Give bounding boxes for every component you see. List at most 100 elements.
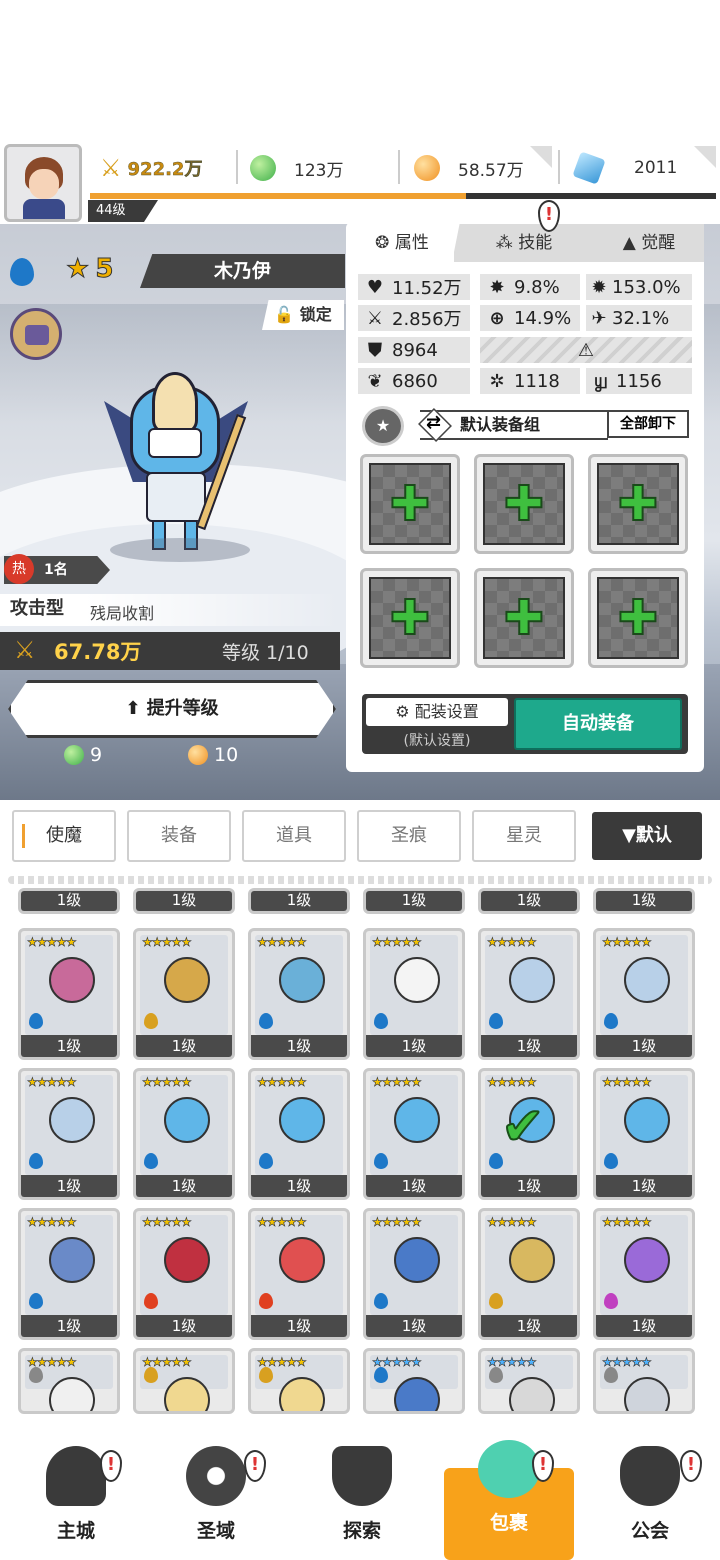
familiar-card[interactable]: ★★★★★ ✔ 1级 [478,1068,580,1200]
swirl-icon: ❦ [367,370,383,392]
equip-slot-ring[interactable]: ✚ [360,568,460,668]
equip-slot-boots[interactable]: ✚ [588,568,688,668]
nav-main-city[interactable]: 主城 [16,1430,136,1550]
add-crystal-button[interactable] [694,146,716,168]
familiar-card[interactable]: ★★★★★ [478,1348,580,1414]
familiar-card[interactable]: ★★★★★ [593,1348,695,1414]
green-gem-icon [250,155,276,181]
divider [8,876,712,884]
stat-speed: ✈ 32.1% [586,305,692,331]
lock-button[interactable]: 🔓 锁定 [262,300,344,330]
tab-familiars[interactable]: 使魔 [12,810,116,862]
familiar-card[interactable]: ★★★★★ 1级 [18,928,120,1060]
familiar-card[interactable]: ★★★★★ [18,1348,120,1414]
familiar-card[interactable]: ★★★★★ 1级 [133,1208,235,1340]
gold-coin-resource[interactable]: 58.57万 [414,148,544,188]
nav-guild[interactable]: 公会 [590,1430,710,1550]
sort-default-button[interactable]: ▼默认 [592,812,702,860]
element-icon [604,1293,618,1309]
familiar-card[interactable]: 1级 [478,888,580,914]
xp-bar [90,193,716,199]
familiar-head [49,1237,95,1283]
player-level-badge: 44级 [88,200,158,222]
rarity-stars: ★★★★★ [142,1075,192,1090]
familiar-card[interactable]: 1级 [363,888,465,914]
familiar-card[interactable]: ★★★★★ 1级 [18,1208,120,1340]
familiar-card[interactable]: ★★★★★ [363,1348,465,1414]
familiar-card[interactable]: ★★★★★ 1级 [248,1068,350,1200]
familiar-card[interactable]: ★★★★★ 1级 [363,928,465,1060]
element-icon [604,1013,618,1029]
nav-explore[interactable]: 探索 [302,1430,422,1550]
divider [398,150,400,184]
familiar-card[interactable]: ★★★★★ 1级 [478,1208,580,1340]
target-icon: ⊕ [489,307,505,329]
element-icon [489,1293,503,1309]
tab-attributes[interactable]: ❂ 属性 [350,224,454,262]
familiar-head [624,957,670,1003]
element-icon [489,1367,503,1383]
nav-sanctuary[interactable]: 圣域 [156,1430,276,1550]
tab-awaken[interactable]: ▲ 觉醒 [604,224,694,262]
equip-slot-necklace[interactable]: ✚ [474,568,574,668]
green-gem-resource[interactable]: 123万 [250,148,390,188]
familiar-card[interactable]: ★★★★★ 1级 [593,1208,695,1340]
hero-stars: ★ 5 [65,254,114,285]
tab-skills[interactable]: ⁂ 技能 [478,224,570,262]
guild-helmet-icon [620,1446,680,1506]
loadout-settings-button[interactable]: ⚙ 配装设置 [366,698,508,726]
tab-items[interactable]: 道具 [242,810,346,862]
tab-stigmata[interactable]: 圣痕 [357,810,461,862]
hero-subtype: 残局收割 [90,604,155,623]
awaken-icon: ▲ [622,233,636,253]
unlock-icon: 🔓 [274,305,295,324]
divider [558,150,560,184]
upgrade-level-button[interactable]: ⬆ 提升等级 [8,680,336,738]
familiar-card[interactable]: ★★★★★ 1级 [363,1068,465,1200]
nav-bag[interactable]: 包裹 [444,1440,574,1560]
familiar-head [624,1237,670,1283]
familiar-card[interactable]: 1级 [18,888,120,914]
combat-power: ⚔ 922.2万 [100,154,203,182]
player-avatar[interactable] [4,144,82,222]
familiar-head [279,1097,325,1143]
crystal-resource[interactable]: 2011 [572,148,696,188]
familiar-card[interactable]: ★★★★★ 1级 [363,1208,465,1340]
wing-icon: ✈ [591,307,607,329]
familiar-card[interactable]: ★★★★★ 1级 [18,1068,120,1200]
familiar-card[interactable]: ★★★★★ 1级 [248,1208,350,1340]
unequip-all-button[interactable]: 全部卸下 [607,410,689,438]
tab-star-spirits[interactable]: 星灵 [472,810,576,862]
equip-slot-armor[interactable]: ✚ [588,454,688,554]
skill-badge-icon[interactable] [10,308,62,360]
equip-slot-helmet[interactable]: ✚ [474,454,574,554]
rarity-stars: ★★★★★ [372,1075,422,1090]
familiar-card[interactable]: ★★★★★ 1级 [593,1068,695,1200]
stat-crit-damage: ✹ 153.0% [586,274,692,300]
familiar-head [164,1237,210,1283]
rarity-stars: ★★★★★ [257,1215,307,1230]
castle-icon [46,1446,106,1506]
stat-defense: ⛊ 8964 [358,337,470,363]
element-icon [144,1367,158,1383]
familiar-card[interactable]: ★★★★★ 1级 [248,928,350,1060]
familiar-card[interactable]: ★★★★★ 1级 [478,928,580,1060]
familiar-card[interactable]: ★★★★★ 1级 [593,928,695,1060]
familiar-head [394,1097,440,1143]
crystal-icon [572,151,606,185]
familiar-head [394,1237,440,1283]
familiar-card[interactable]: ★★★★★ [248,1348,350,1414]
familiar-card[interactable]: ★★★★★ 1级 [133,1068,235,1200]
equip-slot-weapon[interactable]: ✚ [360,454,460,554]
hero-name: 木乃伊 [140,254,345,288]
familiar-card[interactable]: 1级 [133,888,235,914]
familiar-card[interactable]: 1级 [248,888,350,914]
rarity-stars: ★★★★★ [602,1215,652,1230]
familiar-card[interactable]: 1级 [593,888,695,914]
element-icon [144,1153,158,1169]
familiar-card[interactable]: ★★★★★ 1级 [133,928,235,1060]
vortex-icon: ✲ [489,370,505,392]
auto-equip-button[interactable]: 自动装备 [514,698,682,750]
familiar-card[interactable]: ★★★★★ [133,1348,235,1414]
tab-equipment[interactable]: 装备 [127,810,231,862]
